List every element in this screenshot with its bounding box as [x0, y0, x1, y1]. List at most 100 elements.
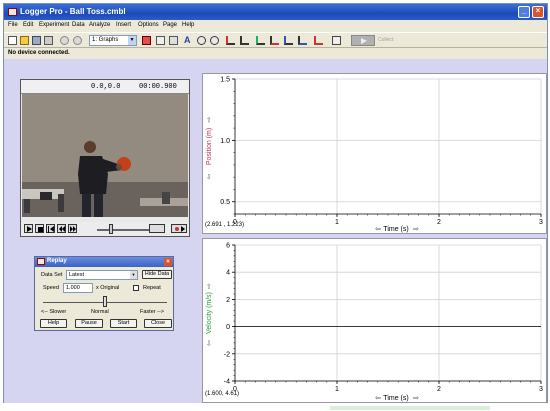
slower-label: <-- Slower — [41, 309, 67, 315]
replay-title-bar: Replay × — [35, 257, 173, 267]
autoscale-icon[interactable] — [169, 36, 178, 45]
step-forward-icon[interactable] — [68, 224, 77, 233]
collect-label: Collect — [378, 37, 394, 43]
y-scroll-down-icon: ⇦ — [206, 340, 213, 346]
menu-experiment[interactable]: Experiment — [39, 22, 69, 28]
y-tick-label: 0 — [226, 324, 230, 331]
y-scroll-down-icon: ⇦ — [206, 173, 213, 179]
movie-header: 0.0,0.0 00:00.900 — [21, 80, 189, 94]
collect-button[interactable] — [351, 35, 375, 46]
menu-analyze[interactable]: Analyze — [89, 22, 110, 28]
stop-icon[interactable] — [35, 224, 44, 233]
start-button[interactable]: Start — [110, 319, 137, 328]
y-tick-label: 4 — [226, 270, 230, 277]
movie-scrubber-thumb[interactable] — [109, 224, 113, 234]
y-tick-label: -2 — [224, 351, 230, 358]
data-set-value: Latest — [69, 272, 84, 278]
velocity-graph-plot: 6420-2-40 1 2 3⇦ Time (s) ⇨Velocity (m/s)⇨⇦ — [206, 243, 543, 403]
x-tick-label: 2 — [437, 386, 441, 393]
taskbar-fragment — [330, 406, 490, 410]
statistics-icon[interactable] — [270, 36, 279, 45]
sync-icon[interactable] — [149, 224, 165, 233]
menu-data[interactable]: Data — [72, 22, 85, 28]
y-tick-label: 0.5 — [220, 199, 230, 206]
data-set-label: Data Set — [41, 272, 63, 278]
movie-panel: 0.0,0.0 00:00.900 — [20, 79, 190, 237]
replay-app-icon — [37, 258, 45, 265]
help-button[interactable]: Help — [40, 319, 67, 328]
chevron-down-icon: ▼ — [128, 36, 136, 45]
status-bar: No device connected. — [4, 48, 547, 59]
minimize-button[interactable]: _ — [518, 6, 530, 18]
status-message: No device connected. — [8, 50, 70, 56]
y-tick-label: 2 — [226, 297, 230, 304]
replay-title: Replay — [47, 258, 67, 264]
menu-page[interactable]: Page — [163, 22, 177, 28]
page-forward-icon[interactable] — [73, 36, 82, 45]
zoom-in-icon[interactable] — [197, 36, 206, 45]
window-title: Logger Pro - Ball Toss.cmbl — [20, 7, 126, 16]
position-graph-plot: 1.51.00.50 1 2 3⇦ Time (s) ⇨Position (m)⇨⇦ — [206, 77, 543, 234]
page-select-value: 1: Graphs — [92, 37, 119, 43]
rewind-icon[interactable] — [46, 224, 55, 233]
print-icon[interactable] — [44, 36, 53, 45]
position-readout: (2.691 , 1.223) — [205, 222, 245, 228]
save-icon[interactable] — [32, 36, 41, 45]
close-button[interactable]: × — [532, 6, 544, 18]
interpolate-icon[interactable] — [256, 36, 265, 45]
speed-input[interactable]: 1.000 — [63, 283, 93, 293]
menu-options[interactable]: Options — [138, 22, 159, 28]
video-frame[interactable] — [22, 94, 188, 217]
toolbar: 1: Graphs ▼ A Collect — [4, 32, 547, 48]
title-bar: Logger Pro - Ball Toss.cmbl _ × — [4, 4, 547, 20]
hide-data-button[interactable]: Hide Data — [142, 270, 172, 279]
step-back-icon[interactable] — [57, 224, 66, 233]
minimize-icon: _ — [521, 6, 527, 15]
repeat-checkbox[interactable] — [133, 285, 139, 291]
velocity-readout: (1.600, 4.61) — [205, 391, 240, 397]
x-tick-label: 3 — [539, 386, 543, 393]
menu-help[interactable]: Help — [182, 22, 194, 28]
movie-frame-readout: 0.0,0.0 — [91, 83, 121, 91]
bottom-strip — [0, 403, 550, 411]
speed-slider-thumb[interactable] — [103, 296, 107, 307]
curve-fit-icon[interactable] — [298, 36, 307, 45]
play-icon[interactable] — [24, 224, 33, 233]
open-icon[interactable] — [20, 36, 29, 45]
faster-label: Faster --> — [140, 309, 164, 315]
velocity-graph[interactable]: 6 4 2 0 -2 -4 0 1 2 3 ⇦ Time (s) ⇨ Velocity (m/s) ⇨ ⇦ (… — [202, 238, 547, 403]
graph-icon[interactable] — [156, 36, 165, 45]
movie-scrubber-track[interactable] — [97, 229, 157, 231]
x-axis-label: Time (s) — [383, 395, 408, 402]
zoom-out-icon[interactable] — [210, 36, 219, 45]
menu-edit[interactable]: Edit — [23, 22, 33, 28]
linear-fit-icon[interactable] — [314, 36, 323, 45]
autoscale-a-icon[interactable]: A — [184, 35, 193, 45]
data-set-select[interactable]: Latest ▼ — [66, 270, 138, 280]
y-tick-label: 1.5 — [220, 77, 230, 84]
page-back-icon[interactable] — [60, 36, 69, 45]
pause-button[interactable]: Pause — [75, 319, 103, 328]
tangent-icon[interactable] — [240, 36, 249, 45]
menu-file[interactable]: File — [8, 22, 18, 28]
table-icon[interactable] — [142, 36, 151, 45]
y-axis-label: Velocity (m/s) — [206, 292, 213, 334]
page-select[interactable]: 1: Graphs ▼ — [89, 35, 137, 46]
integral-icon[interactable] — [284, 36, 293, 45]
repeat-label: Repeat — [143, 285, 161, 291]
position-graph[interactable]: 1.5 1.0 0.5 0 1 2 3 ⇦ Time (s) ⇨ Position (m) ⇨ ⇦ (2… — [202, 73, 547, 234]
replay-close-icon[interactable]: × — [164, 258, 172, 266]
normal-label: Normal — [91, 309, 109, 315]
y-tick-label: -4 — [224, 379, 230, 386]
new-icon[interactable] — [8, 36, 17, 45]
x-tick-label: 1 — [335, 386, 339, 393]
movie-options-icon[interactable] — [171, 224, 187, 233]
photo-icon[interactable] — [332, 36, 341, 45]
menu-insert[interactable]: Insert — [116, 22, 131, 28]
examine-icon[interactable] — [226, 36, 235, 45]
logger-pro-icon — [8, 8, 17, 16]
x-tick-label: 3 — [539, 219, 543, 226]
x-tick-label: 1 — [335, 219, 339, 226]
close-button[interactable]: Close — [144, 319, 172, 328]
y-scroll-up-icon: ⇨ — [206, 116, 213, 122]
